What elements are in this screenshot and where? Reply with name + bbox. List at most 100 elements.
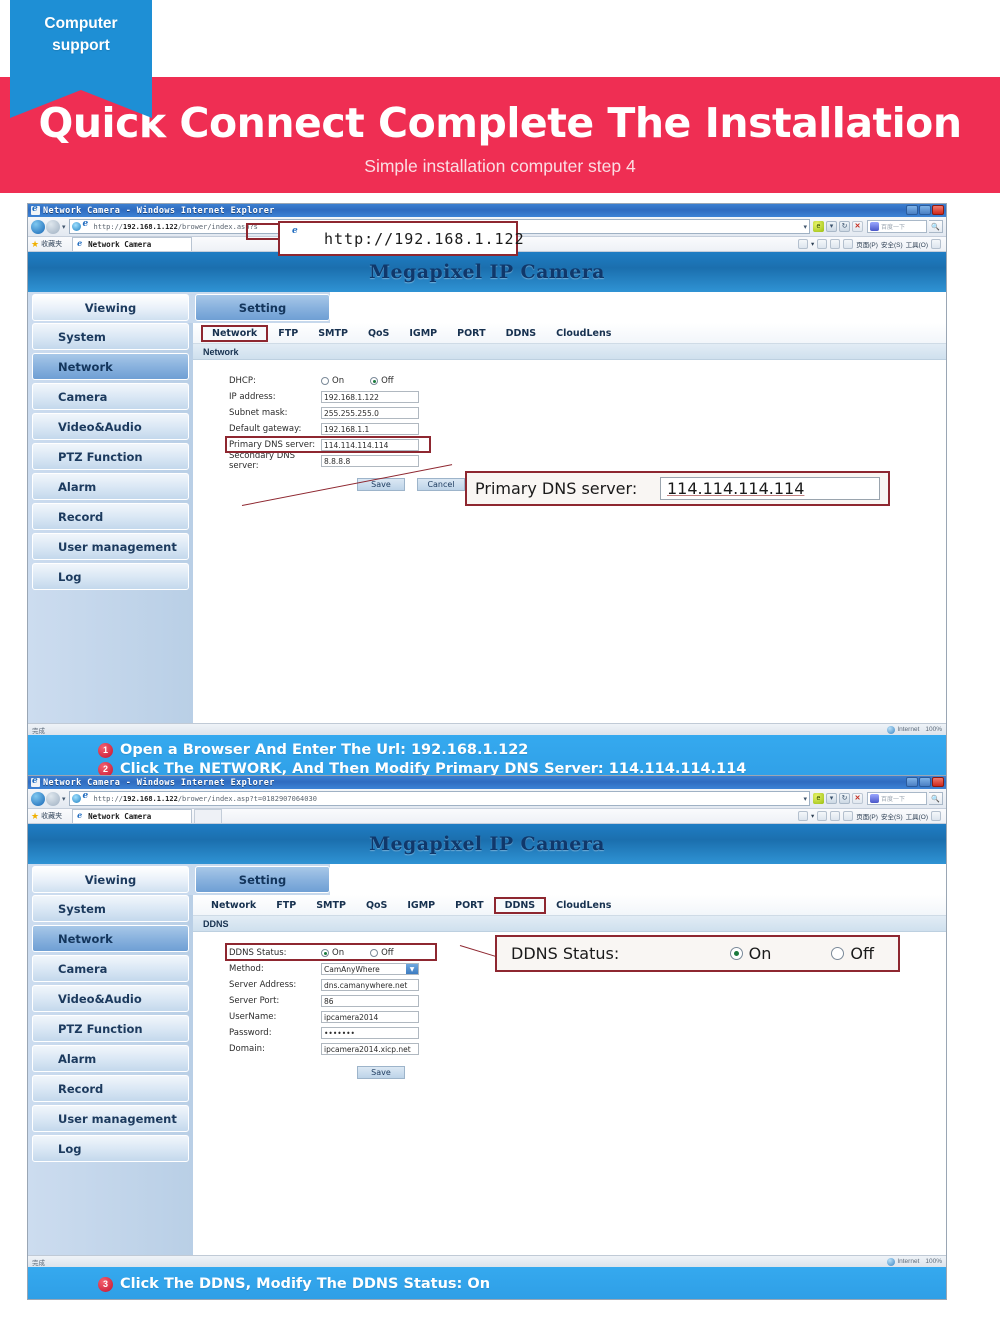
dhcp-radio-group[interactable]: On Off xyxy=(321,376,394,386)
sidebar-item-system[interactable]: System xyxy=(32,323,189,350)
tab-viewing[interactable]: Viewing xyxy=(32,866,189,893)
content-tab-ftp[interactable]: FTP xyxy=(268,326,308,341)
sidebar-item-camera[interactable]: Camera xyxy=(32,383,189,410)
mail-icon[interactable] xyxy=(830,811,841,821)
feeds-icon[interactable] xyxy=(817,811,828,821)
search-input[interactable]: 百度一下 xyxy=(867,792,927,805)
feeds-icon[interactable] xyxy=(817,239,828,249)
command-menu-page[interactable]: 页面(P) xyxy=(856,239,878,249)
content-tab-smtp[interactable]: SMTP xyxy=(308,326,358,341)
command-menu-safety[interactable]: 安全(S) xyxy=(881,811,903,821)
tab-setting[interactable]: Setting xyxy=(195,294,330,321)
sidebar-item-video-audio[interactable]: Video&Audio xyxy=(32,413,189,440)
content-tab-ftp[interactable]: FTP xyxy=(266,898,306,913)
minimize-button[interactable] xyxy=(906,205,918,215)
content-tab-cloudlens[interactable]: CloudLens xyxy=(546,326,621,341)
dhcp-radio-on[interactable]: On xyxy=(321,376,344,386)
maximize-button[interactable] xyxy=(919,777,931,787)
back-button[interactable] xyxy=(31,791,45,806)
content-tab-cloudlens[interactable]: CloudLens xyxy=(546,898,621,913)
search-input[interactable]: 百度一下 xyxy=(867,220,927,233)
tab-setting[interactable]: Setting xyxy=(195,866,330,893)
sidebar-item-log[interactable]: Log xyxy=(32,1135,189,1162)
command-menu-tools[interactable]: 工具(O) xyxy=(906,239,928,249)
sidebar-item-network[interactable]: Network xyxy=(32,353,189,380)
home-icon[interactable] xyxy=(798,811,808,821)
search-go-icon[interactable]: 🔍 xyxy=(929,220,943,233)
minimize-button[interactable] xyxy=(906,777,918,787)
dhcp-radio-off[interactable]: Off xyxy=(370,376,394,386)
content-tab-qos[interactable]: QoS xyxy=(356,898,397,913)
method-select[interactable]: CamAnyWhere ▼ xyxy=(321,963,419,975)
address-chevron-down-icon[interactable]: ▾ xyxy=(800,223,807,231)
sidebar-item-network[interactable]: Network xyxy=(32,925,189,952)
dropdown-icon[interactable]: ▾ xyxy=(826,793,837,804)
secondary-dns-input[interactable]: 8.8.8.8 xyxy=(321,455,419,467)
dropdown-icon[interactable]: ▾ xyxy=(826,221,837,232)
command-menu-page[interactable]: 页面(P) xyxy=(856,811,878,821)
content-tab-port[interactable]: PORT xyxy=(447,326,495,341)
browser-tab-network-camera[interactable]: Network Camera xyxy=(72,809,193,823)
ddns-radio-off[interactable]: Off xyxy=(370,948,394,958)
server-port-input[interactable]: 86 xyxy=(321,995,419,1007)
sidebar-item-ptz-function[interactable]: PTZ Function xyxy=(32,1015,189,1042)
sidebar-item-ptz-function[interactable]: PTZ Function xyxy=(32,443,189,470)
server-address-input[interactable]: dns.camanywhere.net xyxy=(321,979,419,991)
sidebar-item-video-audio[interactable]: Video&Audio xyxy=(32,985,189,1012)
content-tab-port[interactable]: PORT xyxy=(445,898,493,913)
print-icon[interactable] xyxy=(843,811,854,821)
history-chevron-down-icon[interactable]: ▾ xyxy=(62,795,66,803)
stop-icon[interactable]: ✕ xyxy=(852,221,863,232)
content-tab-qos[interactable]: QoS xyxy=(358,326,399,341)
window2-controls[interactable] xyxy=(906,777,944,787)
favorites-label[interactable]: 收藏夹 xyxy=(41,811,62,821)
sidebar-item-record[interactable]: Record xyxy=(32,503,189,530)
favorites-star-icon[interactable]: ★ xyxy=(31,811,39,822)
content-tab-igmp[interactable]: IGMP xyxy=(399,326,447,341)
content-tab-ddns[interactable]: DDNS xyxy=(493,896,547,914)
refresh-icon[interactable]: ↻ xyxy=(839,793,850,804)
sidebar-item-log[interactable]: Log xyxy=(32,563,189,590)
favorites-label[interactable]: 收藏夹 xyxy=(41,239,62,249)
window1-controls[interactable] xyxy=(906,205,944,215)
forward-button[interactable] xyxy=(46,219,60,234)
username-input[interactable]: ipcamera2014 xyxy=(321,1011,419,1023)
ddns-radio-on[interactable]: On xyxy=(321,948,344,958)
history-chevron-down-icon[interactable]: ▾ xyxy=(62,223,66,231)
command-menu-tools[interactable]: 工具(O) xyxy=(906,811,928,821)
search-go-icon[interactable]: 🔍 xyxy=(929,792,943,805)
ddns-status-radio-group[interactable]: On Off xyxy=(321,948,394,958)
address-bar[interactable]: http://192.168.1.122/brower/index.asp?t=… xyxy=(68,791,810,806)
print-icon[interactable] xyxy=(843,239,854,249)
cancel-button[interactable]: Cancel xyxy=(417,478,465,491)
close-button[interactable] xyxy=(932,205,944,215)
stop-icon[interactable]: ✕ xyxy=(852,793,863,804)
help-icon[interactable] xyxy=(931,239,941,249)
compatibility-icon[interactable]: e xyxy=(813,221,824,232)
compatibility-icon[interactable]: e xyxy=(813,793,824,804)
domain-input[interactable]: ipcamera2014.xicp.net xyxy=(321,1043,419,1055)
status-zoom[interactable]: 100% xyxy=(925,726,942,733)
ip-address-input[interactable]: 192.168.1.122 xyxy=(321,391,419,403)
new-tab-button[interactable] xyxy=(194,809,223,823)
tab-viewing[interactable]: Viewing xyxy=(32,294,189,321)
save-button[interactable]: Save xyxy=(357,1066,405,1079)
favorites-star-icon[interactable]: ★ xyxy=(31,239,39,250)
save-button[interactable]: Save xyxy=(357,478,405,491)
browser-tab-network-camera[interactable]: Network Camera xyxy=(72,237,193,251)
sidebar-item-system[interactable]: System xyxy=(32,895,189,922)
subnet-mask-input[interactable]: 255.255.255.0 xyxy=(321,407,419,419)
maximize-button[interactable] xyxy=(919,205,931,215)
close-button[interactable] xyxy=(932,777,944,787)
content-tab-network[interactable]: Network xyxy=(201,898,266,913)
refresh-icon[interactable]: ↻ xyxy=(839,221,850,232)
back-button[interactable] xyxy=(31,219,45,234)
default-gateway-input[interactable]: 192.168.1.1 xyxy=(321,423,419,435)
sidebar-item-user-management[interactable]: User management xyxy=(32,533,189,560)
forward-button[interactable] xyxy=(46,791,60,806)
help-icon[interactable] xyxy=(931,811,941,821)
sidebar-item-camera[interactable]: Camera xyxy=(32,955,189,982)
home-icon[interactable] xyxy=(798,239,808,249)
password-input[interactable]: ••••••• xyxy=(321,1027,419,1039)
sidebar-item-alarm[interactable]: Alarm xyxy=(32,1045,189,1072)
